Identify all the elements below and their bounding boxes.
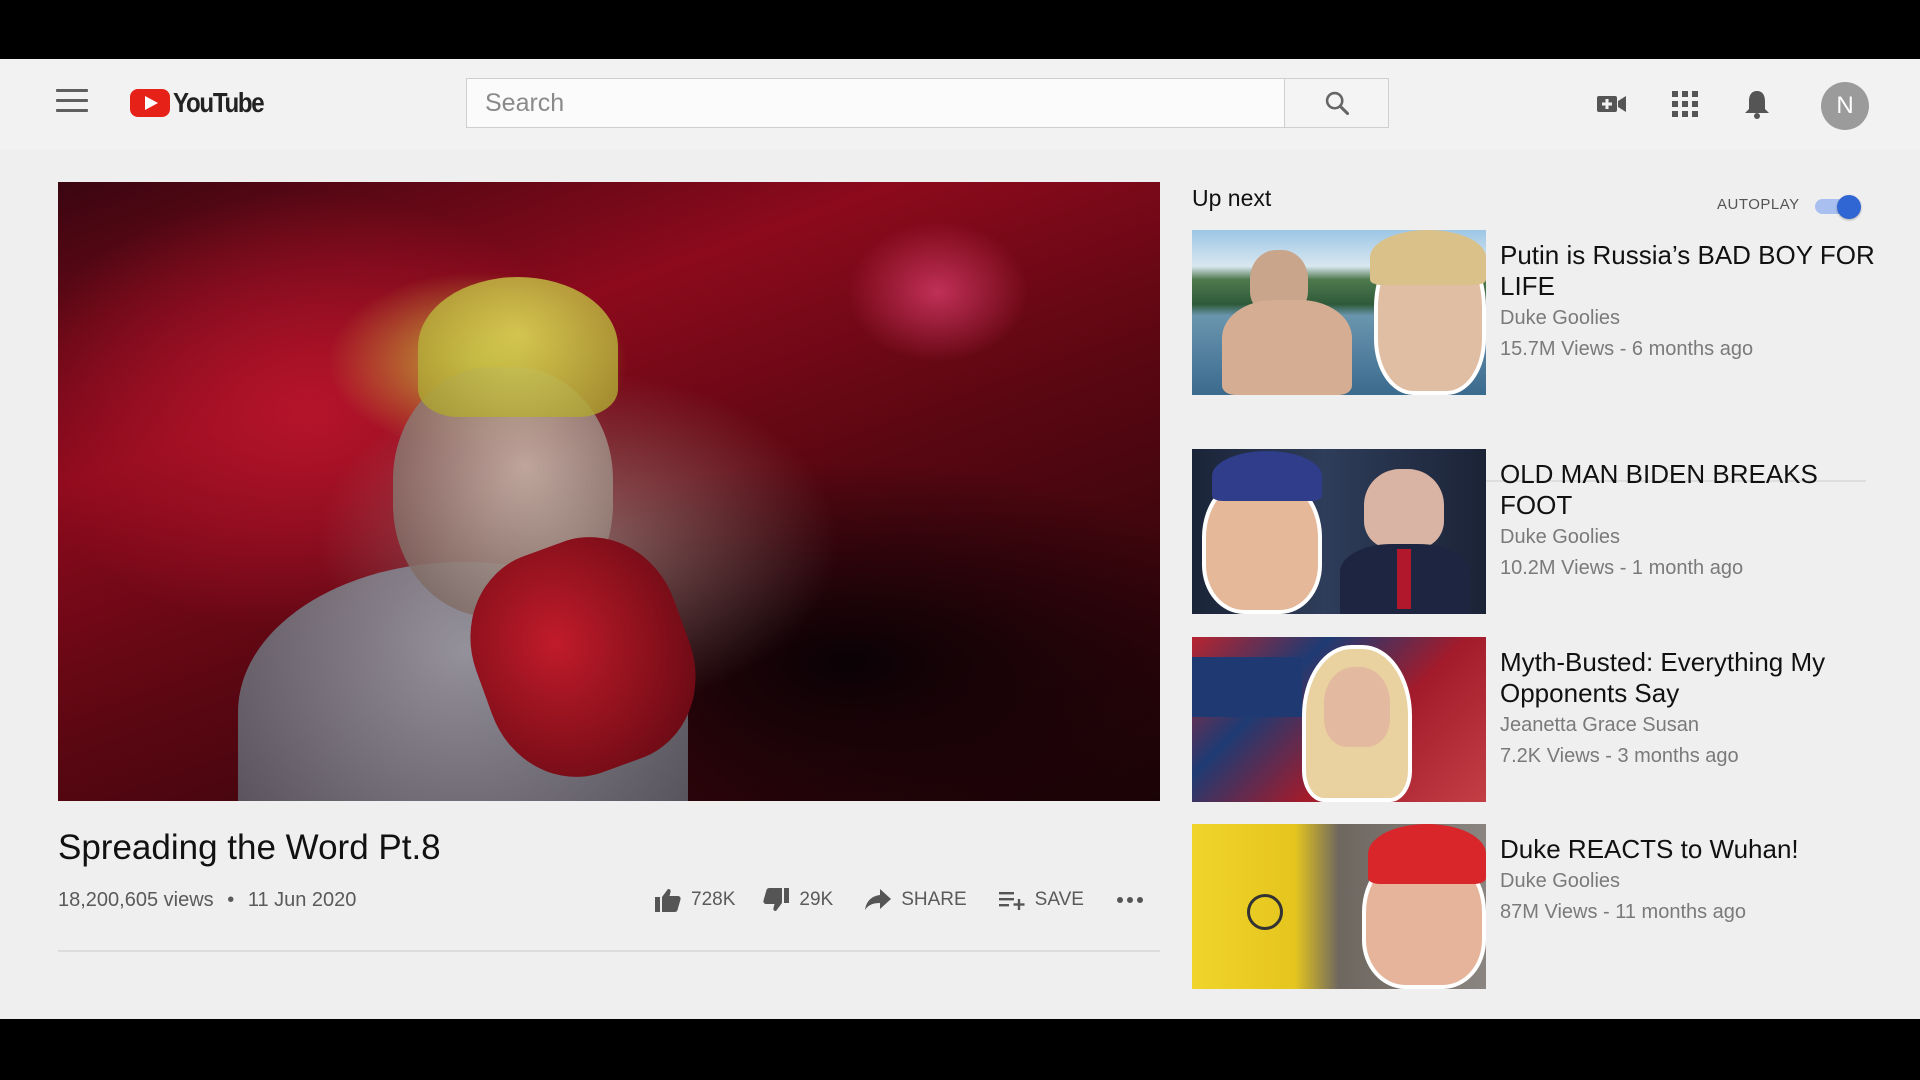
share-arrow-icon	[865, 889, 892, 910]
logo-text: YouTube	[173, 87, 265, 118]
create-video-icon[interactable]	[1594, 86, 1630, 122]
up-next-heading: Up next	[1192, 185, 1272, 211]
biohazard-icon	[1247, 894, 1283, 930]
separator-dot: •	[227, 889, 235, 911]
search-icon	[1325, 91, 1349, 116]
top-bar: YouTube Search N	[0, 59, 1920, 149]
divider	[58, 950, 1160, 952]
more-actions-icon[interactable]	[1116, 896, 1144, 904]
like-button[interactable]: 728K	[655, 888, 735, 912]
channel-name: Duke Goolies	[1500, 526, 1621, 548]
recommended-video[interactable]: Myth-Busted: Everything My Opponents Say…	[1192, 637, 1872, 803]
notifications-bell-icon[interactable]	[1739, 86, 1775, 122]
share-label: SHARE	[901, 889, 967, 910]
video-thumbnail[interactable]	[1192, 824, 1486, 989]
video-meta: 87M Views - 11 months ago	[1500, 901, 1747, 923]
recommended-video[interactable]: Putin is Russia’s BAD BOY FOR LIFE Duke …	[1192, 230, 1875, 396]
video-stats: 18,200,605 views • 11 Jun 2020	[58, 889, 356, 912]
search-button[interactable]	[1285, 78, 1389, 128]
save-button[interactable]: SAVE	[998, 889, 1084, 911]
recommended-video[interactable]: Duke REACTS to Wuhan! Duke Goolies 87M V…	[1192, 824, 1872, 990]
youtube-watch-page: YouTube Search N Spreading the Word Pt.8…	[0, 59, 1920, 1019]
view-count: 18,200,605 views	[58, 889, 214, 911]
like-count: 728K	[691, 889, 736, 910]
video-player[interactable]	[58, 182, 1160, 801]
add-to-playlist-icon	[998, 892, 1025, 910]
share-button[interactable]: SHARE	[865, 889, 967, 911]
video-meta: 15.7M Views - 6 months ago	[1500, 338, 1754, 360]
menu-icon[interactable]	[56, 89, 88, 113]
letterbox-top	[0, 0, 1920, 59]
video-thumbnail[interactable]	[1192, 449, 1486, 614]
upload-date: 11 Jun 2020	[247, 889, 357, 911]
search-input[interactable]	[466, 78, 1285, 128]
channel-name: Duke Goolies	[1500, 307, 1621, 329]
youtube-logo[interactable]: YouTube	[130, 87, 278, 119]
video-thumbnail[interactable]	[1192, 230, 1486, 395]
video-thumbnail[interactable]	[1192, 637, 1486, 802]
recommended-video[interactable]: OLD MAN BIDEN BREAKS FOOT Duke Goolies 1…	[1192, 449, 1872, 615]
autoplay-label: AUTOPLAY	[1717, 196, 1800, 213]
letterbox-bottom	[0, 1019, 1920, 1080]
channel-name: Jeanetta Grace Susan	[1500, 714, 1700, 736]
channel-name: Duke Goolies	[1500, 870, 1621, 892]
recommended-video-title: Duke REACTS to Wuhan!	[1500, 834, 1799, 864]
search-bar	[466, 78, 1389, 128]
video-title: Spreading the Word Pt.8	[58, 828, 441, 867]
video-meta: 10.2M Views - 1 month ago	[1500, 557, 1744, 579]
thumbs-up-icon	[655, 889, 681, 912]
dislike-count: 29K	[799, 889, 834, 910]
thumbs-down-icon	[763, 888, 790, 911]
autoplay-toggle[interactable]	[1815, 195, 1861, 219]
apps-grid-icon[interactable]	[1667, 86, 1703, 122]
video-actions: 728K 29K SHARE SAVE	[655, 885, 1144, 915]
avatar[interactable]: N	[1821, 82, 1869, 130]
video-meta: 7.2K Views - 3 months ago	[1500, 745, 1739, 767]
save-label: SAVE	[1034, 889, 1084, 910]
play-logo-icon	[130, 89, 170, 117]
dislike-button[interactable]: 29K	[763, 888, 833, 912]
recommended-video-title: OLD MAN BIDEN BREAKS FOOT	[1500, 459, 1818, 520]
recommended-video-title: Myth-Busted: Everything My Opponents Say	[1500, 647, 1826, 708]
recommended-video-title: Putin is Russia’s BAD BOY FOR LIFE	[1500, 240, 1875, 301]
